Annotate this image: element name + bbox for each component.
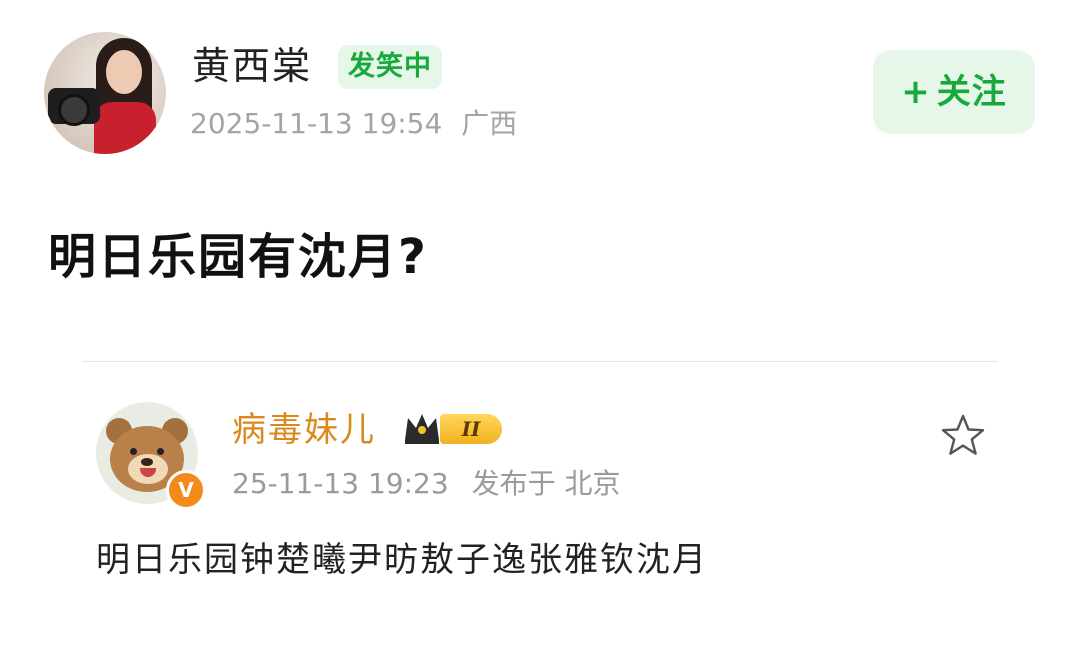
bear-eye-right — [157, 448, 164, 455]
author-name[interactable]: 黄西棠 — [192, 40, 312, 92]
author-avatar[interactable] — [44, 32, 166, 154]
post-card: 黄西棠 发笑中 2025-11-13 19:54 广西 + 关注 明日乐园有沈月?… — [0, 0, 1080, 652]
post-title: 明日乐园有沈月? — [48, 229, 428, 285]
quoted-published-location: 发布于 北京 — [471, 467, 621, 500]
divider — [82, 361, 998, 362]
follow-button[interactable]: + 关注 — [873, 50, 1035, 134]
level-badge: II — [440, 414, 502, 444]
post-location: 广西 — [461, 107, 518, 140]
avatar-face — [106, 50, 142, 94]
verified-v-icon: V — [166, 470, 206, 510]
avatar-dress — [94, 102, 156, 154]
status-badge: 发笑中 — [338, 45, 442, 89]
crown-icon — [405, 414, 439, 444]
quoted-text: 明日乐园钟楚曦尹昉敖子逸张雅钦沈月 — [96, 540, 708, 580]
post-meta: 2025-11-13 19:54 广西 — [190, 104, 517, 144]
follow-label: 关注 — [936, 72, 1007, 112]
star-outline-icon[interactable] — [940, 412, 986, 458]
post-timestamp: 2025-11-13 19:54 — [190, 107, 443, 140]
bear-eye-left — [130, 448, 137, 455]
quoted-timestamp: 25-11-13 19:23 — [232, 467, 449, 500]
quoted-author-name[interactable]: 病毒妹儿 — [232, 404, 376, 456]
plus-icon: + — [901, 72, 931, 112]
bear-nose — [141, 458, 153, 466]
quoted-meta: 25-11-13 19:23 发布于 北京 — [232, 462, 621, 506]
avatar-camera-lens — [58, 94, 90, 126]
